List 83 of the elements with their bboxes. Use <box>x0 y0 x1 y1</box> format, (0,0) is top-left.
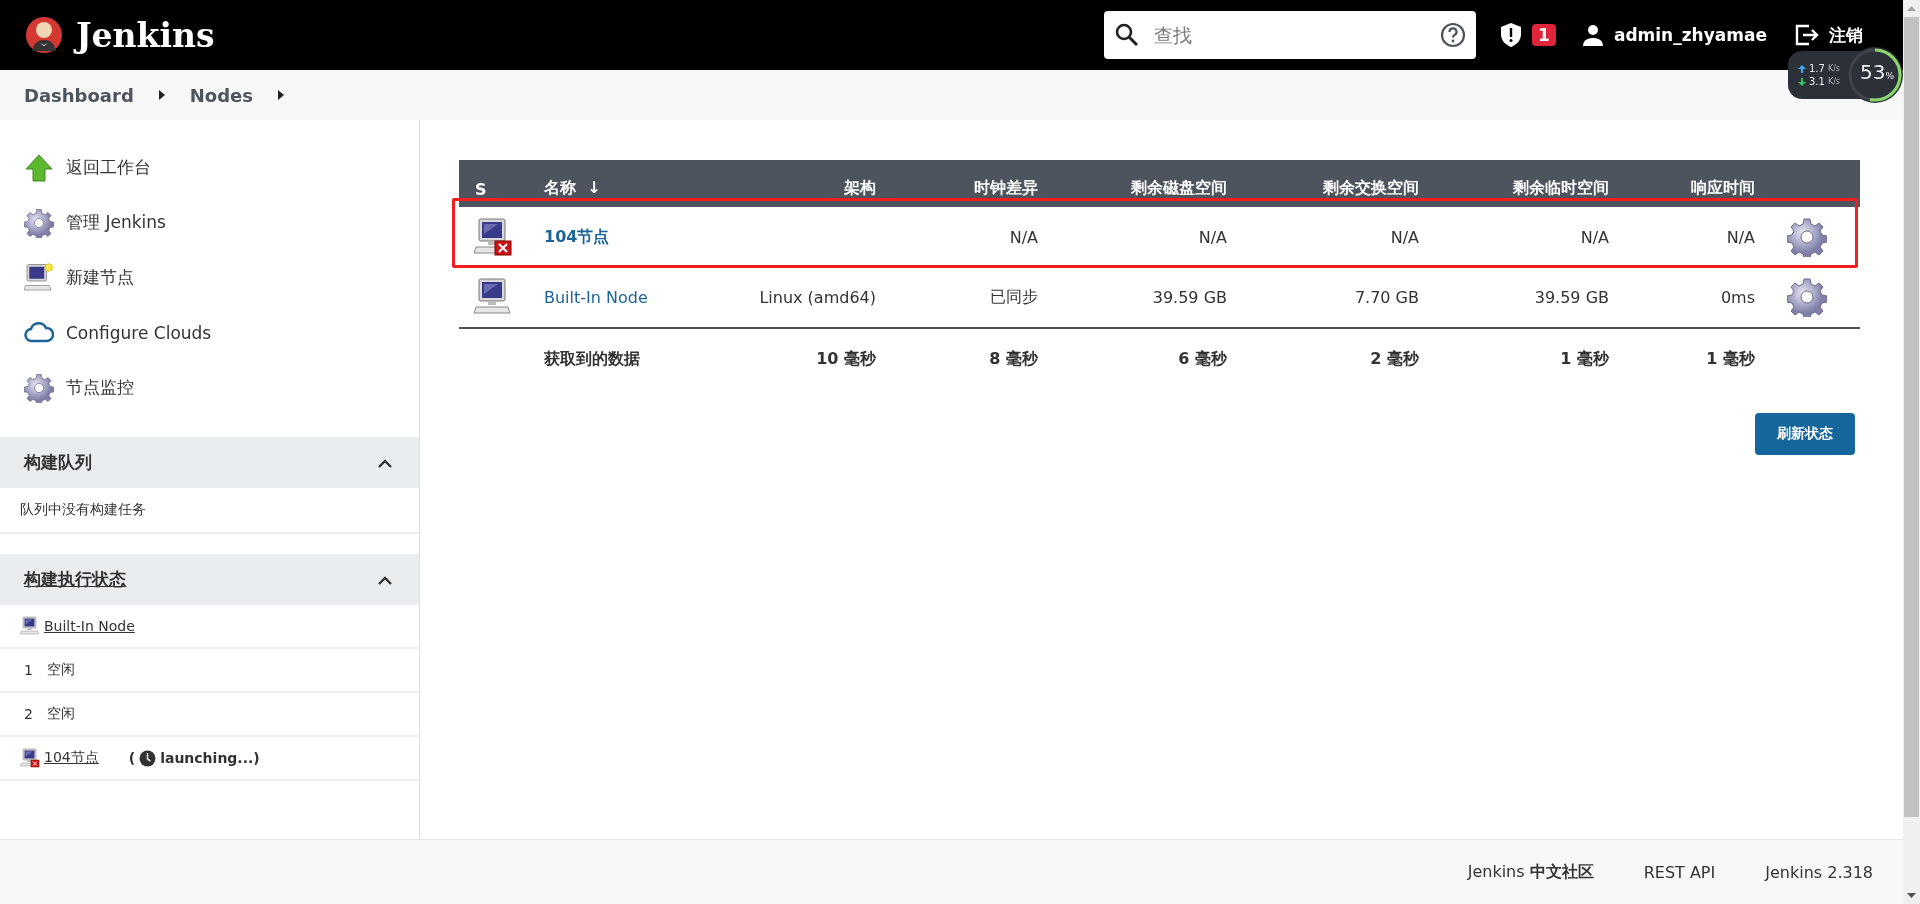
table-cell: 8 毫秒 <box>989 348 1038 370</box>
column-header: 时钟差异 <box>973 177 1039 199</box>
logo-icon[interactable] <box>24 15 64 55</box>
node-link[interactable]: Built-In Node <box>544 287 648 307</box>
logout-link[interactable]: 注销 <box>1829 23 1863 47</box>
empty-queue-message: 队列中没有构建任务 <box>20 501 146 519</box>
table-cell: 1 毫秒 <box>1706 348 1755 370</box>
rate-unit: K/s <box>1827 64 1840 73</box>
node-link[interactable]: Built-In Node <box>44 618 135 634</box>
table-cell: N/A <box>1580 227 1609 247</box>
executor-panel-header[interactable]: 构建执行状态 <box>0 554 419 605</box>
scroll-thumb[interactable] <box>1904 17 1919 817</box>
table-cell: 0ms <box>1720 287 1755 307</box>
caret-icon[interactable] <box>277 90 286 100</box>
node-link[interactable]: 104节点 <box>544 226 610 248</box>
sidebar-link[interactable]: 返回工作台 <box>66 156 151 179</box>
download-rate: 3.1 <box>1809 76 1825 87</box>
help-icon[interactable] <box>1440 22 1467 48</box>
footer-link[interactable]: Jenkins 中文社区 <box>1467 861 1594 883</box>
table-cell: 1 毫秒 <box>1560 348 1609 370</box>
column-header: 剩余临时空间 <box>1512 177 1610 199</box>
status-text: launching...) <box>160 750 260 766</box>
sidebar-link[interactable]: Configure Clouds <box>66 322 212 343</box>
panel-title: 构建队列 <box>24 451 92 474</box>
gear-icon[interactable] <box>24 372 54 403</box>
caret-icon[interactable] <box>157 90 166 100</box>
table-cell: N/A <box>1726 227 1755 247</box>
table-cell: 获取到的数据 <box>544 348 640 370</box>
table-cell: 7.70 GB <box>1354 287 1419 307</box>
panel-title: 构建执行状态 <box>24 568 126 591</box>
up-arrow-icon <box>24 152 54 183</box>
sidebar-link[interactable]: 新建节点 <box>66 266 134 289</box>
column-header: 响应时间 <box>1690 177 1756 199</box>
executor-status: 空闲 <box>46 661 75 679</box>
clock-icon <box>139 749 157 767</box>
gear-icon[interactable] <box>24 207 54 238</box>
user-icon <box>1581 24 1604 46</box>
download-arrow-icon <box>1798 77 1806 86</box>
executor-number: 1 <box>23 662 33 678</box>
refresh-button[interactable]: 刷新状态 <box>1755 413 1855 455</box>
column-header: 剩余交换空间 <box>1322 177 1420 199</box>
column-header[interactable]: 名称 ↓ <box>544 160 744 207</box>
breadcrumb-link[interactable]: Nodes <box>189 84 254 106</box>
table-cell: Linux (amd64) <box>759 287 876 307</box>
sidebar-link[interactable]: 管理 Jenkins <box>66 211 166 234</box>
settings-icon[interactable] <box>1787 217 1827 257</box>
table-cell: 已同步 <box>990 286 1038 308</box>
chevron-icon[interactable] <box>377 457 393 468</box>
sidebar-link[interactable]: 节点监控 <box>66 376 134 399</box>
table-cell: N/A <box>1009 227 1038 247</box>
alert-count-badge[interactable]: 1 <box>1532 24 1556 46</box>
column-header: S <box>474 179 488 201</box>
logout-icon[interactable] <box>1795 24 1819 46</box>
chevron-icon[interactable] <box>377 574 393 585</box>
table-cell: 10 毫秒 <box>816 348 876 370</box>
breadcrumb-link[interactable]: Dashboard <box>24 84 134 106</box>
table-cell: 39.59 GB <box>1534 287 1609 307</box>
load-percent: 53% <box>1860 60 1894 84</box>
executor-status: 空闲 <box>46 705 75 723</box>
table-cell: N/A <box>1390 227 1419 247</box>
settings-icon[interactable] <box>1787 277 1827 317</box>
table-cell: 39.59 GB <box>1152 287 1227 307</box>
table-cell: N/A <box>1198 227 1227 247</box>
upload-rate: 1.7 <box>1809 63 1825 74</box>
queue-panel-header[interactable]: 构建队列 <box>0 437 419 488</box>
footer-link[interactable]: Jenkins 2.318 <box>1765 862 1873 882</box>
load-ring-icon <box>1846 46 1904 104</box>
footer-link[interactable]: REST API <box>1643 862 1716 882</box>
upload-arrow-icon <box>1798 64 1806 73</box>
column-header: 架构 <box>843 177 877 199</box>
executor-number: 2 <box>23 706 33 722</box>
table-cell: 2 毫秒 <box>1370 348 1419 370</box>
node-link[interactable]: 104节点 <box>44 749 99 767</box>
search-field[interactable]: 查找 <box>1104 11 1477 59</box>
computer-icon <box>24 262 54 293</box>
shield-icon[interactable] <box>1500 22 1523 48</box>
column-header: 剩余磁盘空间 <box>1130 177 1228 199</box>
user-link[interactable]: admin_zhyamae <box>1613 25 1767 45</box>
scrollbar[interactable] <box>1903 0 1920 904</box>
table-cell: 6 毫秒 <box>1178 348 1227 370</box>
status-text: ( <box>128 750 136 766</box>
rate-unit: K/s <box>1827 77 1840 86</box>
search-icon <box>1114 22 1141 48</box>
